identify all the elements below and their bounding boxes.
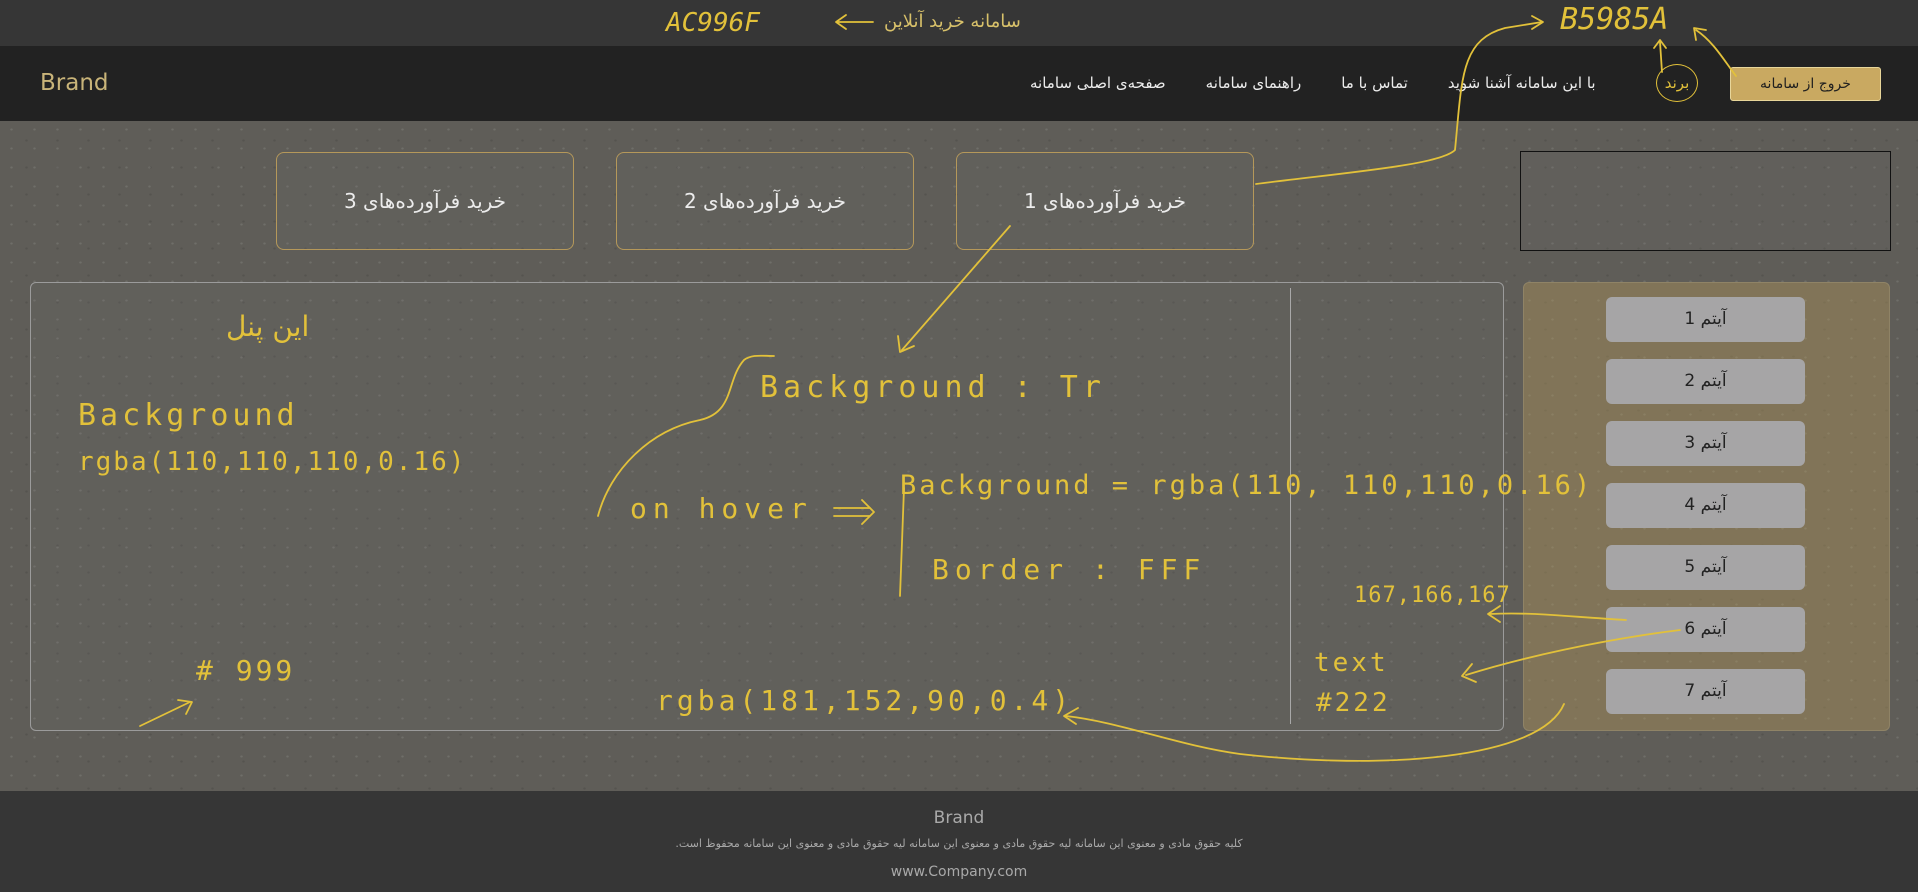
footer-copyright: .کلیه حقوق مادی و معنوی این سامانه لیه ح… <box>675 837 1243 850</box>
brand-logo[interactable]: Brand <box>40 70 109 96</box>
sidebar-item-7[interactable]: آیتم 7 <box>1606 669 1805 714</box>
sidebar-item-2[interactable]: آیتم 2 <box>1606 359 1805 404</box>
sidebar-item-5[interactable]: آیتم 5 <box>1606 545 1805 590</box>
annotation-item-color: 167,166,167 <box>1354 583 1511 608</box>
footer-brand: Brand <box>933 808 985 828</box>
sidebar-item-6[interactable]: آیتم 6 <box>1606 607 1805 652</box>
product-button-2[interactable]: خرید فرآورده‌های 2 <box>616 152 914 250</box>
header-placeholder-box <box>1520 151 1891 251</box>
nav-links: صفحه‌ی اصلی سامانه راهنمای سامانه تماس ب… <box>1030 74 1630 96</box>
annotation-panel-label: این پنل <box>226 310 310 343</box>
sidebar-item-3[interactable]: آیتم 3 <box>1606 421 1805 466</box>
annotation-hover-border: Border : FFF <box>932 553 1207 586</box>
annotation-panel-bg-value: rgba(110,110,110,0.16) <box>78 447 467 477</box>
annotation-top-right-color: B5985A <box>1560 2 1669 37</box>
logout-button[interactable]: خروج از سامانه <box>1730 67 1881 101</box>
annotation-text-color: #222 <box>1316 688 1391 718</box>
annotation-hover-bg-title: Background : Tr <box>760 370 1106 405</box>
product-button-3[interactable]: خرید فرآورده‌های 3 <box>276 152 574 250</box>
navbar: Brand صفحه‌ی اصلی سامانه راهنمای سامانه … <box>0 46 1918 121</box>
annotation-top-color: AC996F <box>666 8 760 38</box>
nav-link-contact[interactable]: تماس با ما <box>1341 74 1408 96</box>
product-button-1[interactable]: خرید فرآورده‌های 1 <box>956 152 1254 250</box>
nav-link-guide[interactable]: راهنمای سامانه <box>1206 74 1302 96</box>
panel-divider <box>1290 288 1291 724</box>
sidebar-item-4[interactable]: آیتم 4 <box>1606 483 1805 528</box>
footer-url[interactable]: www.Company.com <box>0 864 1918 880</box>
site-title: سامانه خرید آنلاین <box>884 11 1021 32</box>
sidebar-item-1[interactable]: آیتم 1 <box>1606 297 1805 342</box>
annotation-panel-border: # 999 <box>196 654 296 687</box>
nav-link-home[interactable]: صفحه‌ی اصلی سامانه <box>1030 74 1166 96</box>
annotation-hover-bg: Background = rgba(110, 110,110,0.16) <box>900 470 1594 501</box>
annotation-panel-bg-label: Background <box>78 398 299 433</box>
annotation-text-label: text <box>1314 648 1389 678</box>
annotation-on-hover: on hover <box>630 492 813 525</box>
nav-brand-badge[interactable]: برند <box>1656 64 1698 102</box>
nav-link-about[interactable]: با این سامانه آشنا شوید <box>1448 74 1596 96</box>
footer: Brand .کلیه حقوق مادی و معنوی این سامانه… <box>0 791 1918 892</box>
annotation-sidebar-bg: rgba(181,152,90,0.4) <box>656 684 1074 717</box>
